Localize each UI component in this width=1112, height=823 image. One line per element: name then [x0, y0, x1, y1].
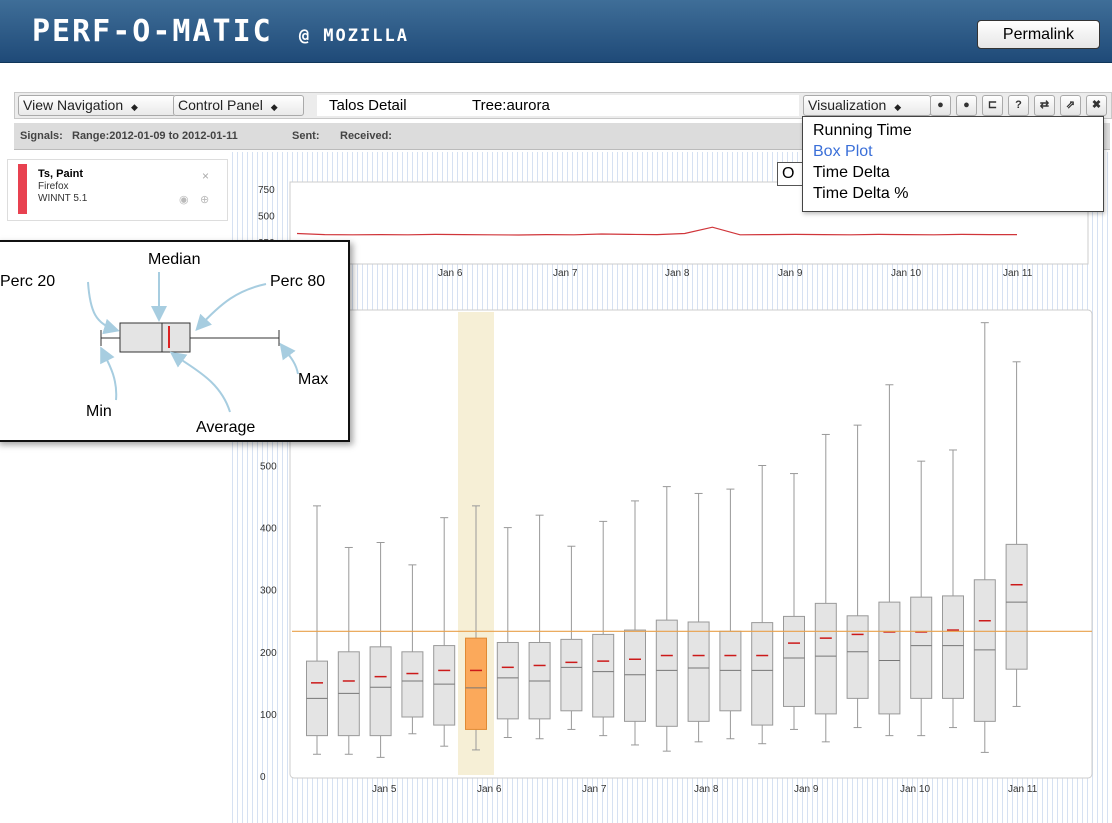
box-body	[401, 651, 424, 718]
popout-icon[interactable]: ⊏	[982, 95, 1003, 116]
add-icon[interactable]: ●	[956, 95, 977, 116]
control-panel-select[interactable]: Control Panel ◆	[173, 95, 304, 116]
box-y-tick: 400	[260, 524, 277, 535]
signals-sent: Sent:	[292, 130, 320, 142]
app-logo: PERF-O-MATIC @ MOZILLA	[32, 14, 409, 49]
box-x-tick: Jan 6	[477, 784, 502, 795]
box-body	[942, 595, 964, 699]
visualization-select[interactable]: Visualization ◆	[803, 95, 931, 116]
remove-series-icon[interactable]: ×	[202, 169, 209, 183]
app-name: PERF-O-MATIC	[32, 14, 273, 49]
box-body	[751, 622, 774, 726]
box-body	[1005, 543, 1028, 670]
box-body	[560, 638, 583, 712]
charts-svg: 250500750Jan 6Jan 7Jan 8Jan 9Jan 10Jan 1…	[258, 181, 1093, 795]
perc20-label: Perc 20	[0, 273, 55, 290]
box-body	[624, 629, 646, 722]
inset-box	[119, 322, 191, 353]
box-body	[910, 596, 933, 699]
series-os: WINNT 5.1	[38, 193, 88, 204]
series-legend-card[interactable]: Ts, Paint Firefox WINNT 5.1 × ◉ ⊕	[7, 159, 228, 221]
signals-label: Signals:	[20, 130, 63, 142]
eye-icon[interactable]: ◉	[179, 193, 189, 206]
min-label: Min	[86, 403, 112, 420]
average-label: Average	[196, 419, 255, 436]
select-arrow-icon: ◆	[131, 102, 138, 112]
help-icon[interactable]: ?	[1008, 95, 1029, 116]
box-x-tick: Jan 11	[1008, 784, 1038, 795]
menu-item-running-time[interactable]: Running Time	[813, 122, 912, 140]
box-body	[846, 615, 869, 699]
overview-x-tick: Jan 6	[438, 268, 463, 279]
view-navigation-select[interactable]: View Navigation ◆	[18, 95, 176, 116]
box-y-tick: 0	[260, 772, 266, 783]
inset-diagram: Median Perc 20 Perc 80 Max Min Average	[0, 251, 328, 436]
refresh-icon[interactable]: ⇄	[1034, 95, 1055, 116]
series-product: Firefox	[38, 181, 69, 192]
box-body	[496, 641, 519, 720]
box-y-tick: 200	[260, 648, 277, 659]
permalink-button[interactable]: Permalink	[977, 20, 1100, 49]
box-body	[592, 633, 615, 718]
graph-title-field[interactable]: Talos Detail Tree:aurora	[317, 95, 799, 116]
select-arrow-icon: ◆	[270, 102, 278, 112]
box-body	[719, 630, 742, 712]
box-body	[878, 601, 901, 715]
series-color-swatch	[18, 164, 27, 214]
box-body	[433, 645, 456, 726]
box-body	[814, 602, 837, 715]
signals-range: Range:2012-01-09 to 2012-01-11	[72, 130, 238, 142]
box-x-tick: Jan 8	[694, 784, 719, 795]
tree-label: Tree:aurora	[472, 97, 550, 114]
box-y-tick: 100	[260, 710, 277, 721]
visualization-menu: Running Time Box Plot Time Delta Time De…	[802, 116, 1104, 212]
box-body	[687, 621, 710, 722]
control-panel-label: Control Panel	[178, 97, 263, 113]
org-name: @ MOZILLA	[298, 26, 409, 46]
overview-x-tick: Jan 7	[553, 268, 578, 279]
remove-icon[interactable]: ●	[930, 95, 951, 116]
signals-received: Received:	[340, 130, 392, 142]
overview-x-tick: Jan 11	[1003, 268, 1033, 279]
max-label: Max	[298, 371, 328, 388]
plus-circle-icon[interactable]: ⊕	[200, 193, 209, 206]
menu-item-time-delta-pct[interactable]: Time Delta %	[813, 185, 908, 203]
box-y-tick: 300	[260, 586, 277, 597]
box-body	[783, 615, 805, 707]
view-navigation-label: View Navigation	[23, 97, 124, 113]
visualization-label: Visualization	[808, 97, 887, 113]
plot-area: 250500750Jan 6Jan 7Jan 8Jan 9Jan 10Jan 1…	[232, 152, 1112, 823]
talos-detail-label: Talos Detail	[329, 97, 407, 114]
box-x-tick: Jan 5	[372, 784, 397, 795]
overview-y-tick: 500	[258, 212, 275, 223]
app-header: PERF-O-MATIC @ MOZILLA Permalink	[0, 0, 1112, 63]
box-body	[465, 637, 487, 730]
median-label: Median	[148, 251, 200, 268]
perc20-arrow	[87, 281, 120, 335]
box-body	[369, 646, 392, 737]
toolbar: View Navigation ◆ Control Panel ◆ Talos …	[14, 92, 1112, 119]
box-body	[655, 619, 678, 727]
menu-item-box-plot[interactable]: Box Plot	[813, 143, 873, 161]
close-icon[interactable]: ✖	[1086, 95, 1107, 116]
menu-item-time-delta[interactable]: Time Delta	[813, 164, 890, 182]
box-body	[973, 579, 996, 722]
overview-x-tick: Jan 9	[778, 268, 803, 279]
boxplot-legend-inset: Median Perc 20 Perc 80 Max Min Average	[0, 240, 350, 442]
overview-x-tick: Jan 8	[665, 268, 690, 279]
select-arrow-icon: ◆	[894, 102, 902, 112]
box-y-tick: 500	[260, 462, 277, 473]
overview-x-tick: Jan 10	[891, 268, 921, 279]
min-arrow	[100, 346, 118, 401]
box-x-tick: Jan 10	[900, 784, 930, 795]
box-x-tick: Jan 9	[794, 784, 819, 795]
max-arrow	[279, 342, 299, 375]
perc80-arrow	[195, 283, 267, 331]
average-arrow	[169, 351, 231, 413]
perc80-label: Perc 80	[270, 273, 325, 290]
overview-y-tick: 750	[258, 185, 275, 196]
box-x-tick: Jan 7	[582, 784, 607, 795]
external-icon[interactable]: ⇗	[1060, 95, 1081, 116]
series-test-name: Ts, Paint	[38, 168, 84, 180]
